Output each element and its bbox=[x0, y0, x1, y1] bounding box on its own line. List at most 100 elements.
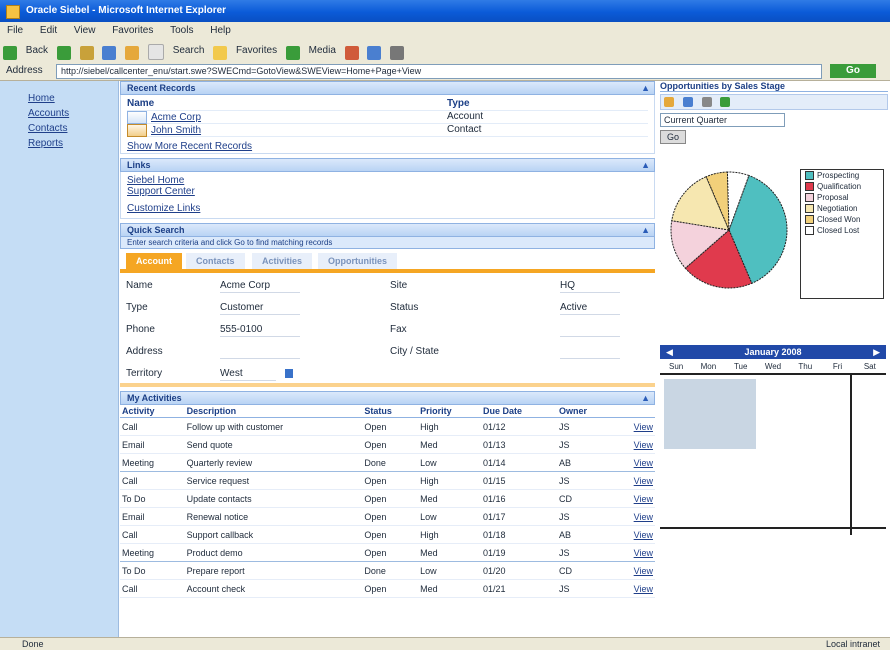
print-icon[interactable] bbox=[390, 46, 405, 60]
favorites-icon[interactable] bbox=[213, 46, 228, 60]
media-icon[interactable] bbox=[285, 46, 300, 60]
tab-opportunities[interactable]: Opportunities bbox=[318, 253, 397, 269]
forward-icon[interactable] bbox=[56, 46, 71, 60]
browser-toolbar: Back Search Favorites Media bbox=[0, 40, 890, 63]
view-link[interactable]: View bbox=[613, 525, 655, 544]
menu-tools[interactable]: Tools bbox=[163, 22, 200, 40]
history-icon[interactable] bbox=[344, 46, 359, 60]
table-row[interactable]: Email Renewal notice Open Low 01/17 JS View bbox=[120, 507, 655, 526]
column-header[interactable] bbox=[613, 405, 655, 418]
tab-contacts[interactable]: Contacts bbox=[186, 253, 245, 269]
table-row[interactable]: To Do Update contacts Open Med 01/16 CD View bbox=[120, 489, 655, 508]
record-link[interactable]: John Smith bbox=[151, 125, 201, 136]
stop-icon[interactable] bbox=[79, 46, 94, 60]
print-icon[interactable] bbox=[701, 97, 712, 107]
field-value[interactable] bbox=[560, 345, 620, 359]
table-row[interactable]: Meeting Product demo Open Med 01/19 JS View bbox=[120, 543, 655, 562]
selected-day-cell[interactable] bbox=[664, 379, 756, 449]
table-row[interactable]: Call Follow up with customer Open High 01/12… bbox=[120, 417, 655, 436]
home-icon[interactable] bbox=[125, 46, 140, 60]
menu-edit[interactable]: Edit bbox=[33, 22, 64, 40]
field-value[interactable]: West bbox=[220, 367, 276, 381]
link-item[interactable]: Siebel Home bbox=[127, 175, 648, 186]
sidebar-item-reports[interactable]: Reports bbox=[0, 136, 118, 151]
media-button[interactable]: Media bbox=[306, 40, 339, 62]
table-cell: Open bbox=[362, 579, 419, 598]
collapse-icon[interactable]: ▲ bbox=[641, 159, 650, 171]
next-month-icon[interactable]: ▶ bbox=[873, 345, 880, 359]
column-header[interactable]: Activity bbox=[120, 405, 185, 418]
tab-account[interactable]: Account bbox=[126, 253, 182, 269]
address-input[interactable]: http://siebel/callcenter_enu/start.swe?S… bbox=[56, 64, 822, 79]
table-row[interactable]: Call Service request Open High 01/15 JS View bbox=[120, 471, 655, 490]
menu-view[interactable]: View bbox=[67, 22, 103, 40]
table-row[interactable]: To Do Prepare report Done Low 01/20 CD View bbox=[120, 561, 655, 580]
field-value[interactable] bbox=[220, 345, 300, 359]
menu-help[interactable]: Help bbox=[203, 22, 238, 40]
column-header[interactable]: Description bbox=[184, 405, 363, 418]
search-button[interactable]: Search bbox=[170, 40, 208, 62]
more-records-link[interactable]: Show More Recent Records bbox=[127, 141, 648, 152]
right-column: Opportunities by Sales Stage Current Qua… bbox=[660, 81, 888, 637]
back-icon[interactable] bbox=[3, 46, 17, 60]
table-row[interactable]: Email Send quote Open Med 01/13 JS View bbox=[120, 435, 655, 454]
table-cell: Account check bbox=[184, 579, 363, 598]
table-cell: Renewal notice bbox=[184, 507, 363, 526]
lookup-icon[interactable] bbox=[285, 369, 293, 378]
sidebar-item-home[interactable]: Home bbox=[0, 81, 118, 106]
column-header[interactable]: Due Date bbox=[480, 405, 558, 418]
panel-title: My Activities bbox=[127, 393, 182, 403]
field-value[interactable]: Acme Corp bbox=[220, 279, 300, 293]
activities-table: Activity Description Status Priority Due Dat… bbox=[120, 405, 655, 598]
menu-favorites[interactable]: Favorites bbox=[105, 22, 160, 40]
view-link[interactable]: View bbox=[613, 471, 655, 490]
collapse-icon[interactable]: ▲ bbox=[641, 82, 650, 94]
refresh-icon[interactable] bbox=[102, 46, 117, 60]
chart-type-icon[interactable] bbox=[664, 97, 674, 107]
back-button[interactable]: Back bbox=[23, 40, 51, 62]
view-link[interactable]: View bbox=[613, 453, 655, 472]
view-link[interactable]: View bbox=[613, 507, 655, 526]
column-header-type[interactable]: Type bbox=[447, 98, 470, 110]
column-header[interactable]: Owner bbox=[557, 405, 614, 418]
column-header-name[interactable]: Name bbox=[127, 98, 447, 110]
view-link[interactable]: View bbox=[613, 579, 655, 598]
field-value[interactable]: Active bbox=[560, 301, 620, 315]
collapse-icon[interactable]: ▲ bbox=[641, 392, 650, 404]
link-item[interactable]: Support Center bbox=[127, 186, 648, 197]
record-link[interactable]: Acme Corp bbox=[151, 112, 201, 123]
customize-links-link[interactable]: Customize Links bbox=[127, 203, 648, 214]
prev-month-icon[interactable]: ◀ bbox=[666, 345, 673, 359]
table-row[interactable]: Call Support callback Open High 01/18 AB View bbox=[120, 525, 655, 544]
collapse-icon[interactable]: ▲ bbox=[641, 224, 650, 236]
field-value[interactable] bbox=[560, 323, 620, 337]
view-link[interactable]: View bbox=[613, 543, 655, 562]
mail-icon[interactable] bbox=[367, 46, 382, 60]
field-value[interactable]: 555-0100 bbox=[220, 323, 300, 337]
view-link[interactable]: View bbox=[613, 489, 655, 508]
table-row[interactable]: Meeting Quarterly review Done Low 01/14 AB Vie… bbox=[120, 453, 655, 472]
sidebar-item-contacts[interactable]: Contacts bbox=[0, 121, 118, 136]
chart-go-button[interactable]: Go bbox=[660, 130, 687, 144]
favorites-button[interactable]: Favorites bbox=[233, 40, 280, 62]
tab-activities[interactable]: Activities bbox=[252, 253, 313, 269]
weekday-label: Thu bbox=[798, 362, 813, 371]
column-header[interactable]: Status bbox=[362, 405, 419, 418]
sidebar-item-accounts[interactable]: Accounts bbox=[0, 106, 118, 121]
field-label: Territory bbox=[126, 368, 163, 379]
refresh-icon[interactable] bbox=[682, 97, 693, 107]
export-icon[interactable] bbox=[720, 97, 731, 107]
field-value[interactable]: Customer bbox=[220, 301, 300, 315]
legend-swatch bbox=[805, 182, 814, 191]
column-header[interactable]: Priority bbox=[418, 405, 481, 418]
menu-file[interactable]: File bbox=[0, 22, 30, 40]
go-button[interactable]: Go bbox=[830, 64, 876, 78]
period-select[interactable]: Current Quarter bbox=[660, 113, 785, 127]
field-value[interactable]: HQ bbox=[560, 279, 620, 293]
view-link[interactable]: View bbox=[613, 417, 655, 436]
table-row[interactable]: Call Account check Open Med 01/21 JS View bbox=[120, 579, 655, 598]
view-link[interactable]: View bbox=[613, 561, 655, 580]
panel-title: Links bbox=[127, 160, 151, 170]
search-icon[interactable] bbox=[147, 44, 164, 60]
view-link[interactable]: View bbox=[613, 435, 655, 454]
